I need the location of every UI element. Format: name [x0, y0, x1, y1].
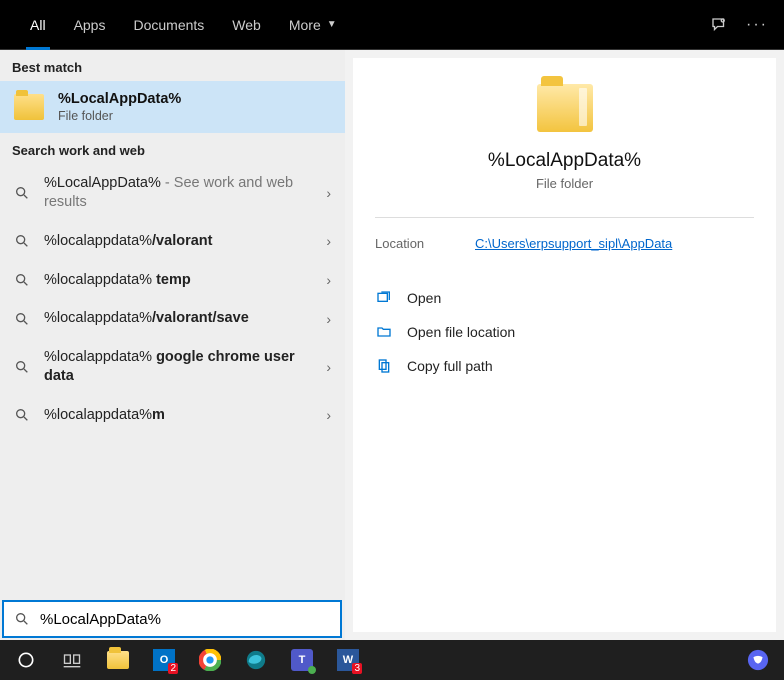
tab-web[interactable]: Web — [218, 0, 275, 50]
suggestion-text: %LocalAppData% - See work and web result… — [44, 174, 312, 212]
search-icon — [14, 611, 30, 627]
folder-icon — [107, 651, 129, 669]
location-label: Location — [375, 236, 475, 251]
taskbar: O 2 T W 3 — [0, 640, 784, 680]
suggestion-item[interactable]: %localappdata% temp › — [0, 261, 345, 300]
detail-actions: Open Open file location Copy full path — [375, 281, 754, 383]
tab-more-label: More — [289, 17, 321, 33]
taskbar-file-explorer-icon[interactable] — [98, 640, 138, 680]
suggestion-text: %localappdata%/valorant — [44, 232, 312, 251]
search-input-container[interactable] — [2, 600, 342, 638]
search-input[interactable] — [40, 611, 330, 628]
windows-search-panel: All Apps Documents Web More ▼ ··· Best m… — [0, 0, 784, 640]
section-best-match: Best match — [0, 50, 345, 81]
more-options-icon[interactable]: ··· — [746, 16, 768, 34]
taskbar-discord-icon[interactable] — [738, 640, 778, 680]
results-list: Best match %LocalAppData% File folder Se… — [0, 50, 345, 640]
suggestion-text: %localappdata%m — [44, 406, 312, 425]
chevron-right-icon: › — [326, 311, 331, 327]
taskbar-teams-icon[interactable]: T — [282, 640, 322, 680]
tab-more[interactable]: More ▼ — [275, 0, 351, 50]
taskbar-chrome-icon[interactable] — [190, 640, 230, 680]
chevron-right-icon: › — [326, 407, 331, 423]
action-open-label: Open — [407, 290, 441, 306]
folder-icon — [14, 94, 44, 120]
taskbar-edge-icon[interactable] — [236, 640, 276, 680]
action-open-location[interactable]: Open file location — [375, 315, 754, 349]
action-copy-path-label: Copy full path — [407, 358, 493, 374]
taskbar-taskview-icon[interactable] — [52, 640, 92, 680]
search-results-body: Best match %LocalAppData% File folder Se… — [0, 50, 784, 640]
feedback-icon[interactable] — [710, 16, 728, 34]
suggestion-text: %localappdata% google chrome user data — [44, 348, 312, 386]
taskbar-word-icon[interactable]: W 3 — [328, 640, 368, 680]
detail-title: %LocalAppData% — [488, 150, 641, 172]
copy-icon — [375, 357, 393, 375]
chevron-right-icon: › — [326, 233, 331, 249]
suggestion-item[interactable]: %localappdata%m › — [0, 396, 345, 435]
suggestion-text: %localappdata%/valorant/save — [44, 309, 312, 328]
search-filter-tabs: All Apps Documents Web More ▼ ··· — [0, 0, 784, 50]
open-icon — [375, 289, 393, 307]
best-match-subtitle: File folder — [58, 109, 181, 123]
chevron-right-icon: › — [326, 185, 331, 201]
location-row: Location C:\Users\erpsupport_sipl\AppDat… — [375, 236, 754, 251]
taskbar-cortana-icon[interactable] — [6, 640, 46, 680]
action-open[interactable]: Open — [375, 281, 754, 315]
action-open-location-label: Open file location — [407, 324, 515, 340]
suggestion-item[interactable]: %localappdata% google chrome user data › — [0, 338, 345, 396]
tab-all[interactable]: All — [16, 0, 60, 50]
chevron-down-icon: ▼ — [327, 19, 337, 30]
taskbar-outlook-icon[interactable]: O 2 — [144, 640, 184, 680]
folder-outline-icon — [375, 323, 393, 341]
suggestion-item[interactable]: %localappdata%/valorant/save › — [0, 299, 345, 338]
best-match-title: %LocalAppData% — [58, 91, 181, 107]
suggestion-item[interactable]: %LocalAppData% - See work and web result… — [0, 164, 345, 222]
divider — [375, 217, 754, 218]
result-details-pane: %LocalAppData% File folder Location C:\U… — [353, 58, 776, 632]
section-search-web: Search work and web — [0, 133, 345, 164]
tab-apps[interactable]: Apps — [60, 0, 120, 50]
suggestion-item[interactable]: %localappdata%/valorant › — [0, 222, 345, 261]
chevron-right-icon: › — [326, 272, 331, 288]
action-copy-path[interactable]: Copy full path — [375, 349, 754, 383]
detail-subtitle: File folder — [536, 176, 593, 191]
location-link[interactable]: C:\Users\erpsupport_sipl\AppData — [475, 236, 672, 251]
suggestion-text: %localappdata% temp — [44, 271, 312, 290]
tab-documents[interactable]: Documents — [119, 0, 218, 50]
folder-icon-large — [537, 84, 593, 132]
best-match-result[interactable]: %LocalAppData% File folder — [0, 81, 345, 133]
chevron-right-icon: › — [326, 359, 331, 375]
